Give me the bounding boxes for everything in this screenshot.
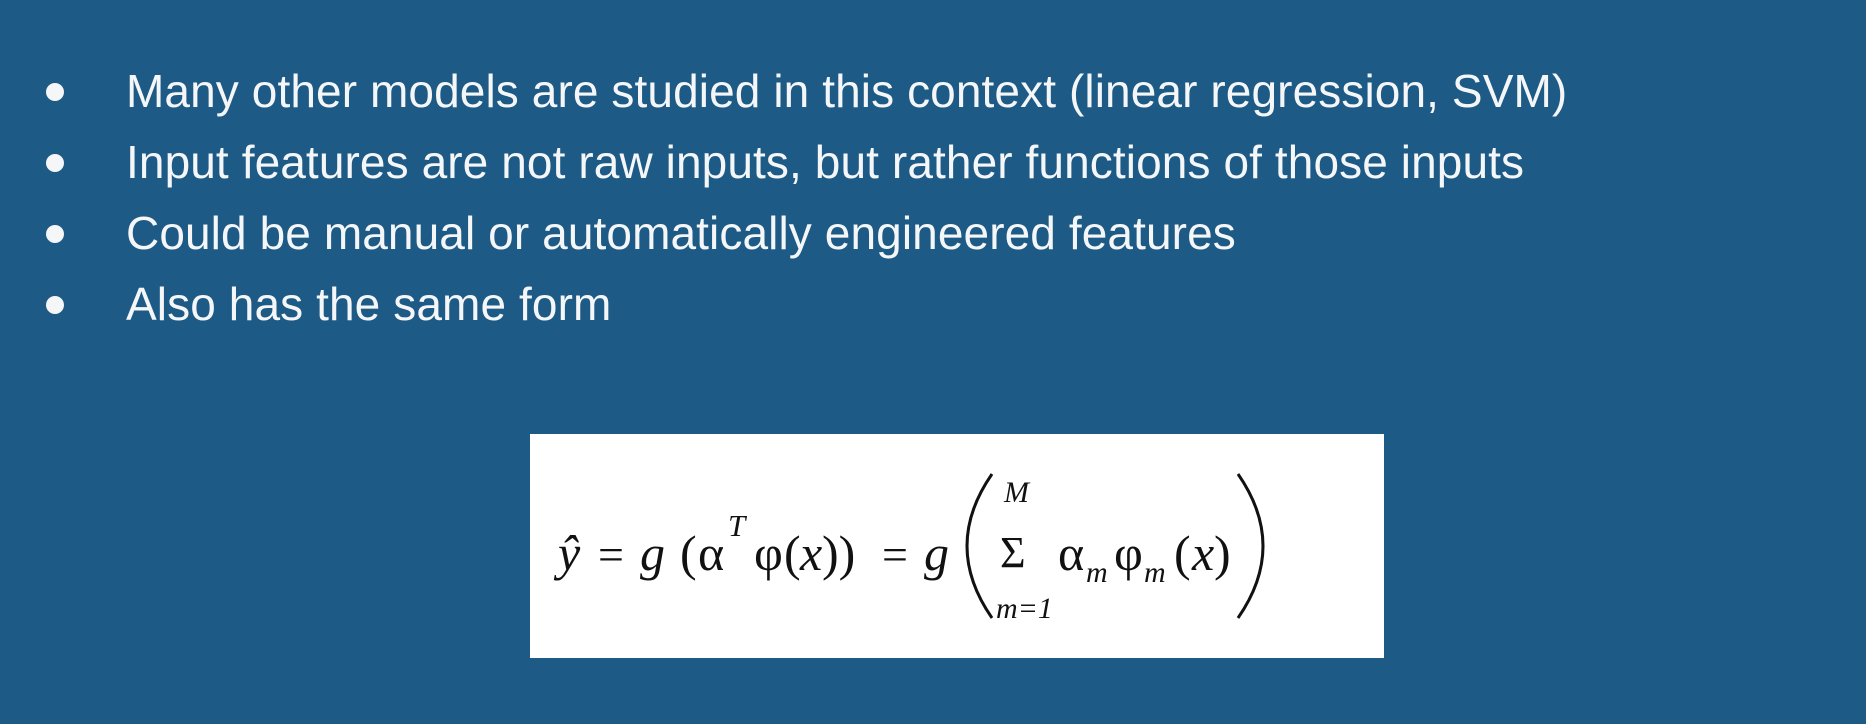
bullet-text: Many other models are studied in this co… [126, 65, 1568, 117]
bullet-item: Also has the same form [36, 269, 1567, 340]
formula-open-paren: ( [784, 525, 801, 581]
bullet-text: Input features are not raw inputs, but r… [126, 136, 1525, 188]
bullet-icon [46, 295, 64, 314]
bullet-icon [46, 224, 64, 243]
formula-transpose-sup: T [728, 508, 748, 543]
formula-close-parens: )) [822, 525, 855, 581]
formula-phi: φ [1114, 525, 1143, 581]
bullet-item: Many other models are studied in this co… [36, 56, 1567, 127]
bullet-list: Many other models are studied in this co… [36, 56, 1567, 340]
formula-phi: φ [754, 525, 783, 581]
formula-alpha: α [1058, 525, 1084, 581]
bullet-text: Could be manual or automatically enginee… [126, 207, 1236, 259]
formula-x: x [799, 525, 822, 581]
bullet-item: Input features are not raw inputs, but r… [36, 127, 1567, 198]
slide: Many other models are studied in this co… [0, 0, 1866, 724]
formula-g: g [640, 525, 665, 581]
bullet-text: Also has the same form [126, 278, 612, 330]
formula-sum-lower-limit: m=1 [996, 592, 1053, 625]
formula-open-paren: ( [680, 525, 697, 581]
formula-alpha: α [698, 525, 724, 581]
formula-open-paren: ( [1174, 525, 1191, 581]
formula-y-hat: ŷ [553, 525, 581, 581]
formula-g: g [924, 525, 949, 581]
formula-sum-upper-limit: M [1003, 476, 1031, 509]
formula-subscript-m: m [1144, 556, 1166, 589]
bullet-item: Could be manual or automatically enginee… [36, 198, 1567, 269]
formula-equals: = [882, 529, 908, 580]
formula-box: ŷ = g ( α T φ ( x )) = g M Σ m=1 α m φ m… [530, 434, 1384, 658]
formula-close-paren: ) [1214, 525, 1231, 581]
formula-big-right-paren [1236, 473, 1265, 619]
formula-equals: = [598, 529, 624, 580]
formula: ŷ = g ( α T φ ( x )) = g M Σ m=1 α m φ m… [553, 473, 1265, 625]
formula-subscript-m: m [1086, 556, 1108, 589]
bullet-icon [46, 153, 64, 172]
formula-x: x [1191, 525, 1214, 581]
bullet-icon [46, 82, 64, 101]
formula-sum-icon: Σ [1000, 528, 1026, 577]
formula-big-left-paren [965, 473, 994, 619]
